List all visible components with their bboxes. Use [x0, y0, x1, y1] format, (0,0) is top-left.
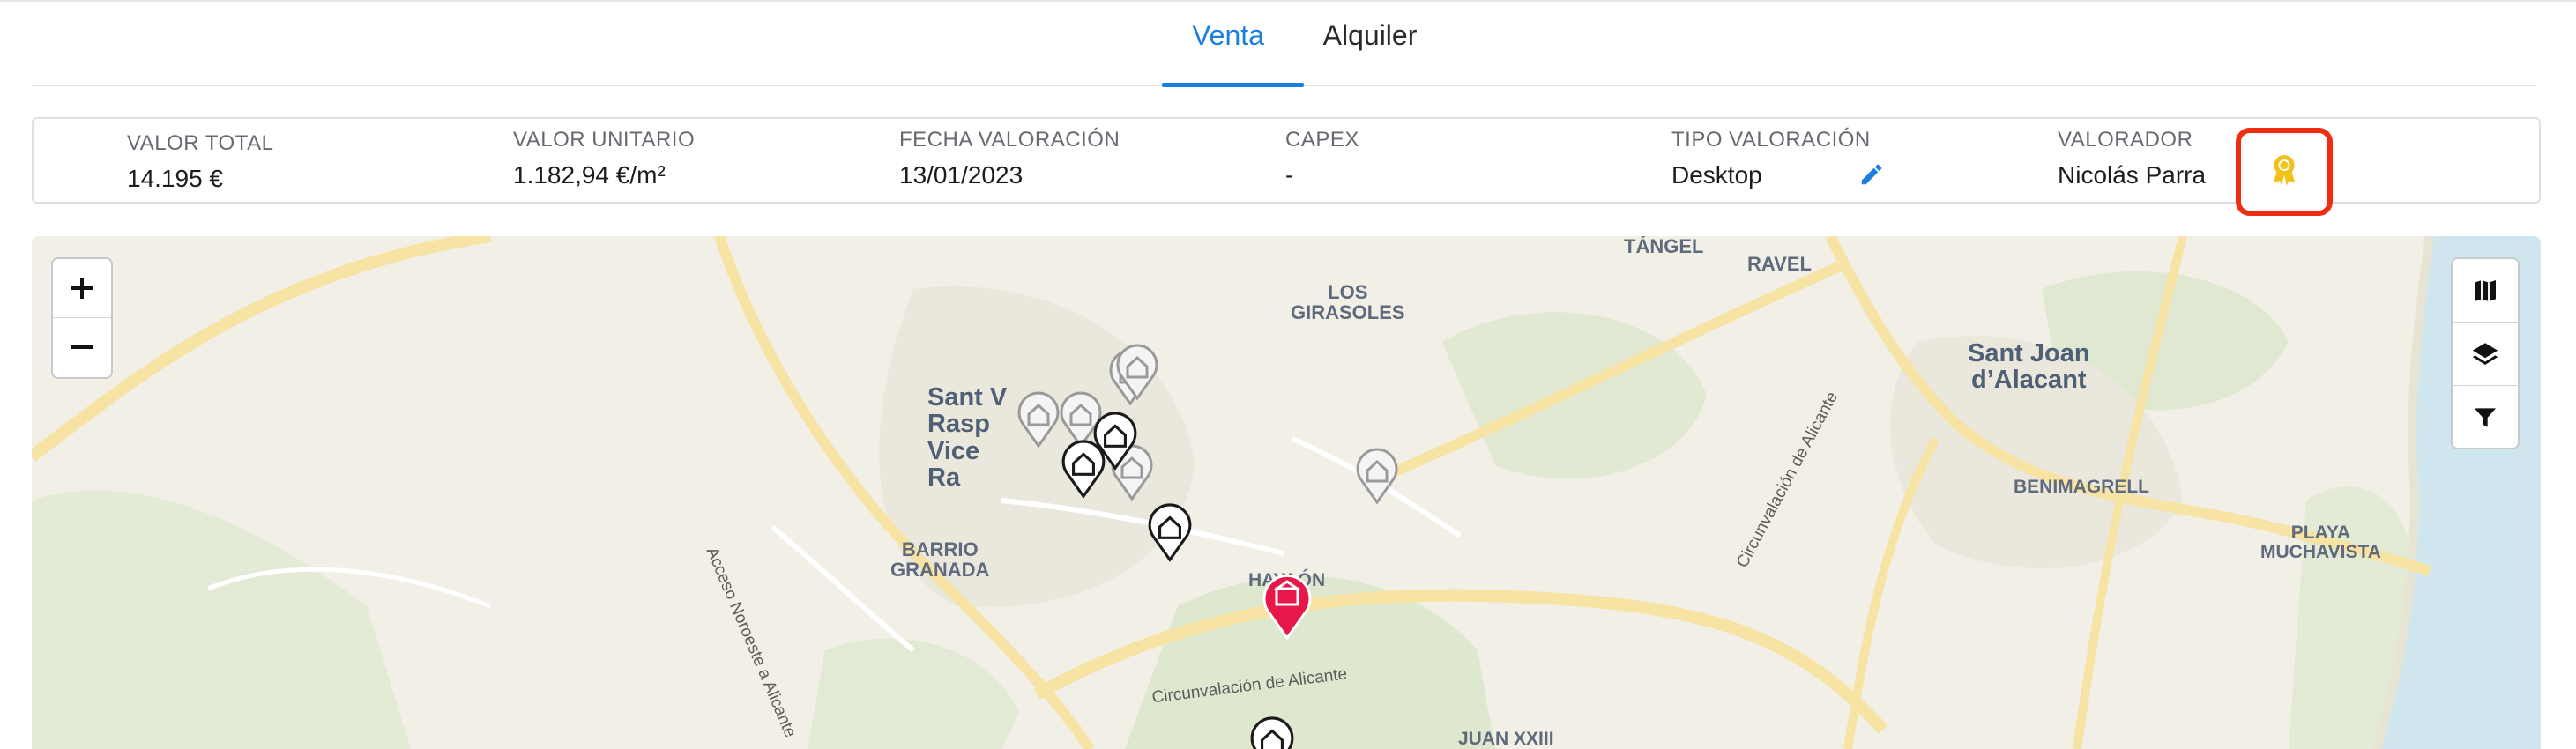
- place-label-benimagrell: BENIMAGRELL: [2014, 477, 2149, 497]
- place-label-ravel: RAVEL: [1747, 253, 1812, 275]
- capex-field: CAPEX -: [1285, 128, 1359, 189]
- layers-button[interactable]: [2453, 323, 2518, 386]
- minus-icon: [71, 345, 93, 349]
- tab-bar: Venta Alquiler: [32, 0, 2537, 87]
- map-type-button[interactable]: [2453, 259, 2518, 323]
- zoom-in-button[interactable]: [53, 259, 111, 318]
- tipo-valoracion-label: TIPO VALORACIÓN: [1671, 128, 1871, 152]
- filter-button[interactable]: [2453, 386, 2518, 449]
- plus-icon: [71, 278, 93, 299]
- fecha-valoracion-field: FECHA VALORACIÓN 13/01/2023: [899, 128, 1120, 189]
- place-label-juan-xxiii: JUAN XXIII: [1458, 729, 1554, 749]
- map-controls: [2451, 257, 2520, 449]
- valor-unitario-value: 1.182,94 €/m²: [513, 161, 666, 189]
- place-label-sant-vicent: Sant V Rasp Vice Ra: [927, 383, 1008, 493]
- pencil-icon[interactable]: [1858, 161, 1885, 188]
- comparable-marker-selected[interactable]: [1248, 712, 1296, 749]
- capex-value: -: [1285, 161, 1294, 189]
- zoom-control: [51, 257, 113, 379]
- subject-property-marker[interactable]: [1261, 573, 1314, 644]
- comparable-marker[interactable]: [1016, 388, 1061, 452]
- filter-icon: [2475, 407, 2496, 427]
- place-label-barrio-granada: BARRIO GRANADA: [890, 538, 990, 582]
- map-icon: [2475, 279, 2496, 301]
- tab-venta[interactable]: Venta: [1162, 19, 1294, 52]
- valorador-value: Nicolás Parra: [2058, 161, 2207, 189]
- tab-alquiler[interactable]: Alquiler: [1304, 19, 1436, 52]
- comparable-marker-selected[interactable]: [1146, 499, 1194, 567]
- zoom-out-button[interactable]: [53, 318, 111, 376]
- valor-total-field: VALOR TOTAL 14.195 €: [127, 131, 273, 193]
- comparable-marker[interactable]: [1354, 444, 1400, 508]
- fecha-valoracion-label: FECHA VALORACIÓN: [899, 128, 1120, 152]
- capex-label: CAPEX: [1285, 128, 1359, 152]
- place-label-sant-joan: Sant Joan d’Alacant: [1968, 339, 2090, 395]
- valuation-summary-card: VALOR TOTAL 14.195 € VALOR UNITARIO 1.18…: [32, 117, 2541, 216]
- place-label-playa-muchavista: PLAYA MUCHAVISTA: [2260, 523, 2381, 563]
- valor-total-label: VALOR TOTAL: [127, 131, 274, 155]
- valorador-field: VALORADOR Nicolás Parra: [2058, 128, 2206, 189]
- tipo-valoracion-value: Desktop: [1671, 161, 1762, 189]
- place-label-los-girasoles: LOS GIRASOLES: [1291, 281, 1405, 324]
- valor-total-value: 14.195 €: [127, 165, 223, 192]
- valor-unitario-field: VALOR UNITARIO 1.182,94 €/m²: [513, 128, 695, 189]
- layers-icon: [2472, 342, 2498, 365]
- award-ribbon-icon: [2269, 153, 2299, 191]
- place-label-tangel: TÁNGEL: [1624, 236, 1704, 257]
- valor-unitario-label: VALOR UNITARIO: [513, 128, 696, 152]
- active-tab-indicator: [1162, 83, 1304, 87]
- map-view[interactable]: TÁNGEL RAVEL LOS GIRASOLES Sant Joan d’A…: [32, 236, 2541, 749]
- comparable-marker-selected[interactable]: [1060, 435, 1107, 503]
- valorador-label: VALORADOR: [2058, 128, 2193, 152]
- fecha-valoracion-value: 13/01/2023: [899, 161, 1024, 189]
- award-button[interactable]: [2236, 128, 2333, 216]
- tipo-valoracion-field: TIPO VALORACIÓN Desktop: [1671, 128, 1871, 189]
- comparable-marker[interactable]: [1114, 340, 1160, 404]
